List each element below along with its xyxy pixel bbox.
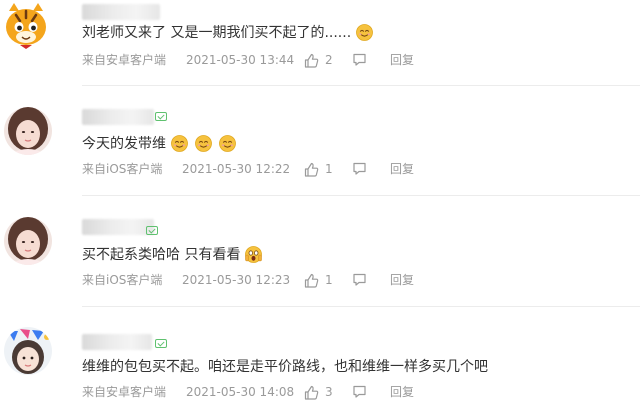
- tiger-cartoon-icon: [6, 3, 46, 49]
- timestamp: 2021-05-30 14:08: [186, 385, 295, 399]
- username-blurred[interactable]: [82, 109, 154, 125]
- reply-button[interactable]: 回复: [390, 160, 414, 178]
- divider: [82, 195, 640, 196]
- verified-badge-icon: [146, 226, 158, 235]
- girl-sticker-icon: [4, 327, 52, 375]
- like-button[interactable]: 1: [304, 271, 333, 289]
- divider: [82, 85, 640, 86]
- reply-button[interactable]: 回复: [390, 51, 414, 69]
- like-count: 2: [325, 53, 333, 67]
- thumbs-up-icon: [304, 273, 319, 288]
- verified-badge-icon: [155, 339, 167, 348]
- divider: [82, 306, 640, 307]
- comment-text: 今天的发带维: [82, 133, 236, 153]
- like-button[interactable]: 2: [304, 51, 333, 69]
- reply-button[interactable]: 回复: [390, 383, 414, 401]
- like-button[interactable]: 3: [304, 383, 333, 401]
- avatar[interactable]: [0, 0, 52, 49]
- thumbs-up-icon: [304, 162, 319, 177]
- comment-bubble-icon[interactable]: [352, 384, 367, 399]
- username-blurred[interactable]: [82, 334, 152, 350]
- source-label: 来自iOS客户端: [82, 273, 163, 287]
- like-button[interactable]: 1: [304, 160, 333, 178]
- smile-emoji-icon: [195, 134, 212, 152]
- timestamp: 2021-05-30 12:23: [182, 273, 291, 287]
- source-label: 来自安卓客户端: [82, 53, 167, 67]
- comment-text: 买不起系类哈哈 只有看看: [82, 244, 263, 264]
- comment-bubble-icon[interactable]: [352, 52, 367, 67]
- avatar[interactable]: [4, 327, 52, 375]
- username-blurred[interactable]: [82, 4, 160, 20]
- thumbs-up-icon: [304, 385, 319, 400]
- timestamp: 2021-05-30 13:44: [186, 53, 295, 67]
- avatar[interactable]: [4, 217, 52, 265]
- thumbs-up-icon: [304, 53, 319, 68]
- username-blurred[interactable]: [82, 219, 154, 235]
- comment-text: 刘老师又来了 又是一期我们买不起了的......: [82, 22, 374, 42]
- comment-text: 维维的包包买不起。咱还是走平价路线，也和维维一样多买几个吧: [82, 359, 488, 375]
- smile-emoji-icon: [219, 134, 236, 152]
- like-count: 1: [325, 162, 333, 176]
- woman-photo-icon: [4, 107, 52, 155]
- smile-emoji-icon: [356, 23, 374, 41]
- comment-bubble-icon[interactable]: [352, 161, 367, 176]
- smile-emoji-icon: [171, 134, 188, 152]
- avatar[interactable]: [4, 107, 52, 155]
- like-count: 3: [325, 385, 333, 399]
- comment-bubble-icon[interactable]: [352, 272, 367, 287]
- reply-button[interactable]: 回复: [390, 271, 414, 289]
- source-label: 来自iOS客户端: [82, 162, 163, 176]
- woman-photo-icon: [4, 217, 52, 265]
- timestamp: 2021-05-30 12:22: [182, 162, 291, 176]
- verified-badge-icon: [155, 112, 167, 121]
- scared-emoji-icon: [245, 245, 263, 263]
- source-label: 来自安卓客户端: [82, 385, 167, 399]
- like-count: 1: [325, 273, 333, 287]
